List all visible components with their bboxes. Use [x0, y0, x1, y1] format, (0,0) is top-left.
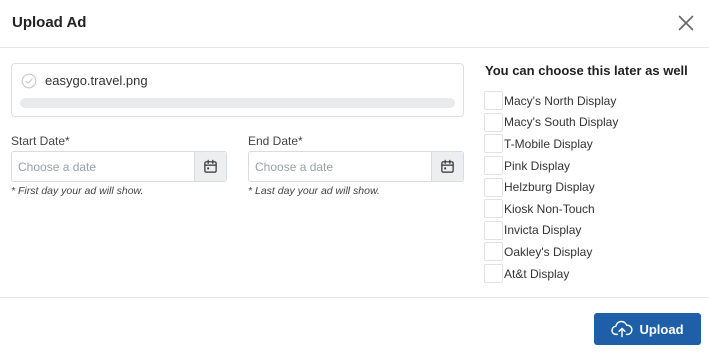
file-name: easygo.travel.png — [45, 73, 148, 88]
start-date-hint: * First day your ad will show. — [11, 185, 144, 197]
start-date-label: Start Date* — [11, 134, 70, 148]
display-checkbox[interactable] — [484, 242, 503, 262]
display-option-label: Kiosk Non-Touch — [504, 201, 595, 216]
upload-progress-bar — [20, 98, 455, 108]
display-option[interactable]: T-Mobile Display — [484, 133, 618, 155]
display-checkbox[interactable] — [484, 264, 503, 284]
displays-heading: You can choose this later as well — [485, 63, 688, 78]
close-button[interactable] — [674, 11, 698, 35]
display-checkbox[interactable] — [484, 112, 503, 132]
display-option-label: Macy's South Display — [504, 115, 619, 130]
display-checkbox[interactable] — [484, 177, 503, 197]
display-option[interactable]: Macy's North Display — [484, 90, 618, 112]
display-option-label: At&t Display — [504, 266, 570, 281]
end-date-calendar-button[interactable] — [431, 152, 463, 181]
end-date-hint: * Last day your ad will show. — [248, 185, 380, 197]
display-checkbox[interactable] — [484, 199, 503, 219]
start-date-calendar-button[interactable] — [194, 152, 226, 181]
calendar-icon — [204, 159, 217, 173]
display-option-label: Macy's North Display — [504, 93, 617, 108]
display-checkbox[interactable] — [484, 91, 503, 111]
upload-button[interactable]: Upload — [594, 313, 701, 345]
display-option-label: Helzburg Display — [504, 180, 595, 195]
dialog-header: Upload Ad — [0, 0, 709, 48]
display-option-label: T-Mobile Display — [504, 136, 593, 151]
end-date-label: End Date* — [248, 134, 303, 148]
start-date-picker — [11, 151, 227, 182]
display-checkbox-list: Macy's North Display Macy's South Display… — [484, 90, 618, 284]
close-icon — [678, 15, 694, 31]
display-option[interactable]: Invicta Display — [484, 220, 618, 242]
display-option[interactable]: Pink Display — [484, 155, 618, 177]
display-checkbox[interactable] — [484, 220, 503, 240]
display-option[interactable]: Kiosk Non-Touch — [484, 198, 618, 220]
display-option-label: Pink Display — [504, 158, 571, 173]
display-option[interactable]: Macy's South Display — [484, 112, 618, 134]
end-date-input[interactable] — [249, 152, 431, 181]
footer-divider — [0, 297, 709, 298]
upload-button-label: Upload — [639, 321, 684, 337]
cloud-upload-icon — [611, 320, 634, 338]
uploaded-file-card: easygo.travel.png — [11, 63, 464, 117]
display-option[interactable]: At&t Display — [484, 263, 618, 285]
end-date-picker — [248, 151, 464, 182]
check-circle-icon — [21, 73, 37, 89]
display-option[interactable]: Oakley's Display — [484, 241, 618, 263]
display-checkbox[interactable] — [484, 134, 503, 154]
start-date-input[interactable] — [12, 152, 194, 181]
calendar-icon — [441, 159, 454, 173]
display-checkbox[interactable] — [484, 156, 503, 176]
dialog-title: Upload Ad — [12, 14, 87, 31]
display-option[interactable]: Helzburg Display — [484, 176, 618, 198]
display-option-label: Invicta Display — [504, 223, 582, 238]
display-option-label: Oakley's Display — [504, 244, 593, 259]
